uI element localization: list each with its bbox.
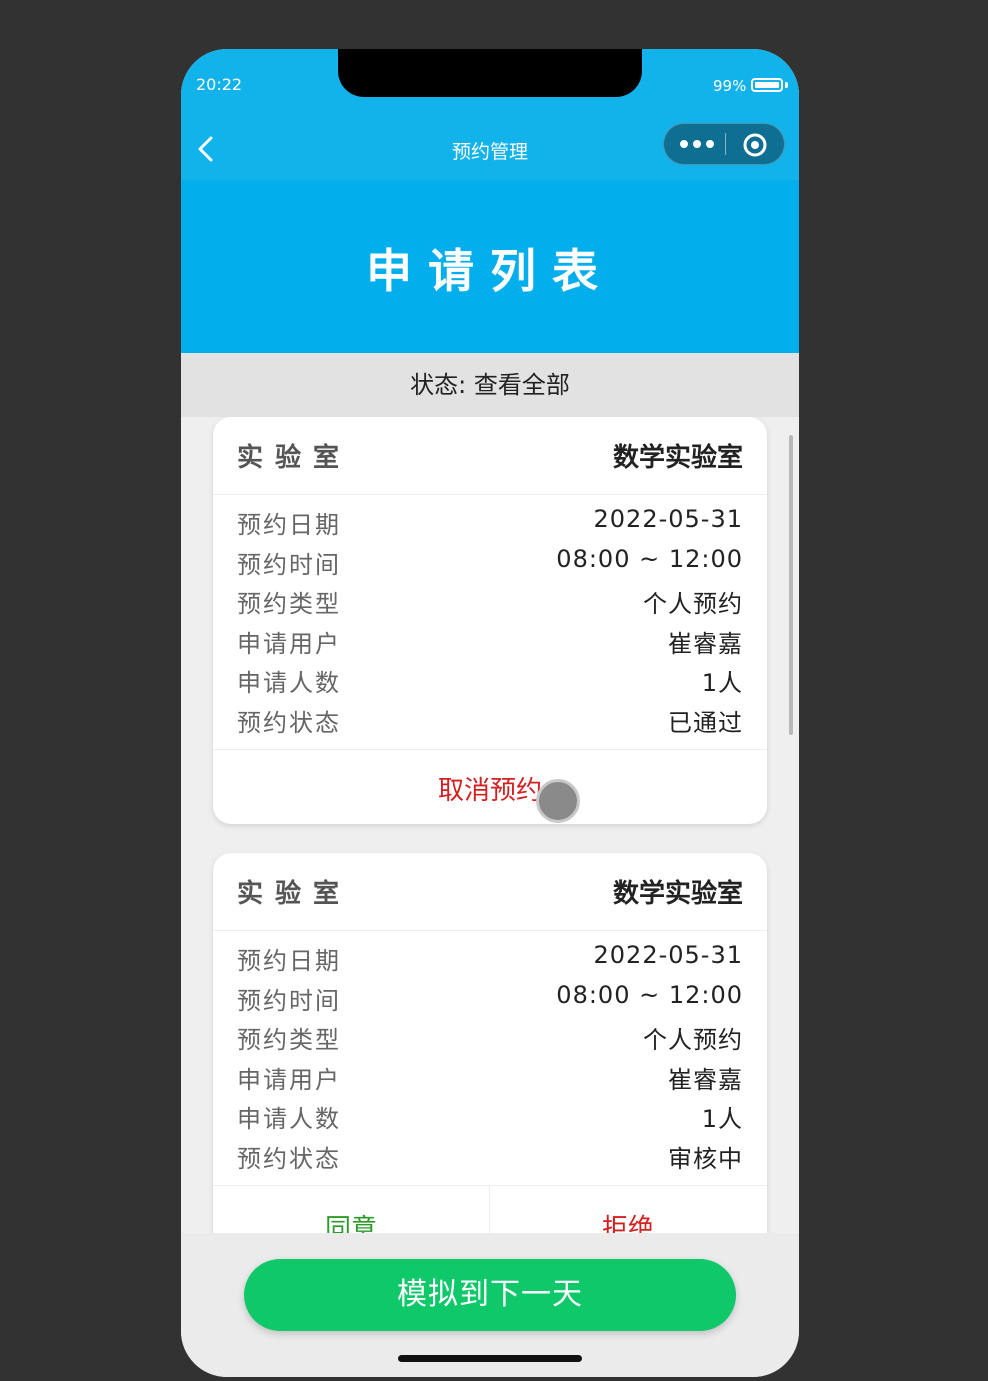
status-bar: 20:22 99% [181,49,799,117]
detail-row-user: 申请用户 崔睿嘉 [213,620,767,660]
lab-value: 数学实验室 [612,879,743,909]
capsule-divider [725,133,726,155]
detail-key: 申请用户 [237,1065,341,1094]
cancel-booking-button[interactable]: 取消预约 [213,770,767,807]
detail-key: 预约日期 [237,511,341,539]
touch-indicator [536,779,580,823]
status-filter[interactable]: 状态: 查看全部 [181,353,799,417]
detail-value: 2022-05-31 [593,505,743,533]
status-time: 20:22 [196,75,243,94]
detail-row-status: 预约状态 审核中 [213,1135,767,1175]
agree-cell: 同意 [213,1186,490,1233]
lab-label: 实验室 [237,879,352,909]
battery-percent: 99% [713,77,747,95]
application-card: 实验室 数学实验室 预约日期 2022-05-31 预约时间 08:00 ~ 12:… [213,417,767,824]
card-actions: 取消预约 [213,750,767,824]
detail-key: 预约时间 [237,986,341,1015]
more-icon[interactable] [678,132,716,156]
lab-value: 数学实验室 [612,443,743,473]
detail-value: 2022-05-31 [593,941,743,969]
scrollbar[interactable] [789,435,793,735]
card-details: 预约日期 2022-05-31 预约时间 08:00 ~ 12:00 预约类型 个人预… [213,495,767,750]
agree-button[interactable]: 同意 [325,1214,377,1233]
detail-row-user: 申请用户 崔睿嘉 [213,1056,767,1096]
lab-label: 实验室 [237,443,352,473]
detail-value: 个人预约 [643,590,743,618]
detail-row-count: 申请人数 1人 [213,1095,767,1135]
detail-key: 预约日期 [237,947,341,975]
detail-row-count: 申请人数 1人 [213,659,767,699]
application-card: 实验室 数学实验室 预约日期 2022-05-31 预约时间 08:00 ~ 12:… [213,853,767,1233]
reject-button[interactable]: 拒绝 [602,1214,654,1233]
detail-row-time: 预约时间 08:00 ~ 12:00 [213,541,767,581]
banner: 申请列表 [181,180,799,353]
detail-row-date: 预约日期 2022-05-31 [213,501,767,541]
detail-value: 崔睿嘉 [668,629,743,658]
detail-key: 预约类型 [237,590,341,618]
detail-row-type: 预约类型 个人预约 [213,1016,767,1056]
detail-row-time: 预约时间 08:00 ~ 12:00 [213,977,767,1017]
battery-tip [785,82,788,88]
battery-icon [751,78,783,92]
detail-key: 预约状态 [237,708,341,737]
home-indicator [398,1355,582,1362]
detail-key: 预约时间 [237,550,341,579]
detail-key: 预约类型 [237,1026,341,1054]
detail-key: 申请用户 [237,629,341,658]
detail-row-date: 预约日期 2022-05-31 [213,937,767,977]
card-header: 实验室 数学实验室 [213,417,767,495]
notch [338,49,642,97]
detail-value: 1人 [701,669,743,697]
capsule-menu [663,123,785,165]
banner-title: 申请列表 [366,244,614,298]
phone-frame: 20:22 99% 预约管理 申请列表 状态: 查看全部 实验室 数学实验室 预… [181,49,799,1377]
bottom-bar: 模拟到下一天 [181,1233,799,1377]
detail-row-type: 预约类型 个人预约 [213,580,767,620]
detail-value: 08:00 ~ 12:00 [556,980,743,1009]
detail-value: 个人预约 [643,1026,743,1054]
navbar: 预约管理 [181,117,799,180]
detail-value: 已通过 [668,708,743,737]
detail-value: 08:00 ~ 12:00 [556,544,743,573]
application-list[interactable]: 实验室 数学实验室 预约日期 2022-05-31 预约时间 08:00 ~ 12:… [181,417,799,1233]
simulate-next-day-button[interactable]: 模拟到下一天 [244,1259,736,1331]
detail-value: 崔睿嘉 [668,1065,743,1094]
detail-value: 1人 [701,1105,743,1133]
detail-key: 申请人数 [237,1105,341,1133]
detail-key: 申请人数 [237,669,341,697]
target-icon[interactable] [742,132,768,158]
card-actions: 同意 拒绝 [213,1186,767,1233]
detail-key: 预约状态 [237,1144,341,1173]
card-details: 预约日期 2022-05-31 预约时间 08:00 ~ 12:00 预约类型 个人预… [213,931,767,1186]
detail-value: 审核中 [668,1144,743,1173]
card-header: 实验室 数学实验室 [213,853,767,931]
reject-cell: 拒绝 [490,1186,766,1233]
detail-row-status: 预约状态 已通过 [213,699,767,739]
